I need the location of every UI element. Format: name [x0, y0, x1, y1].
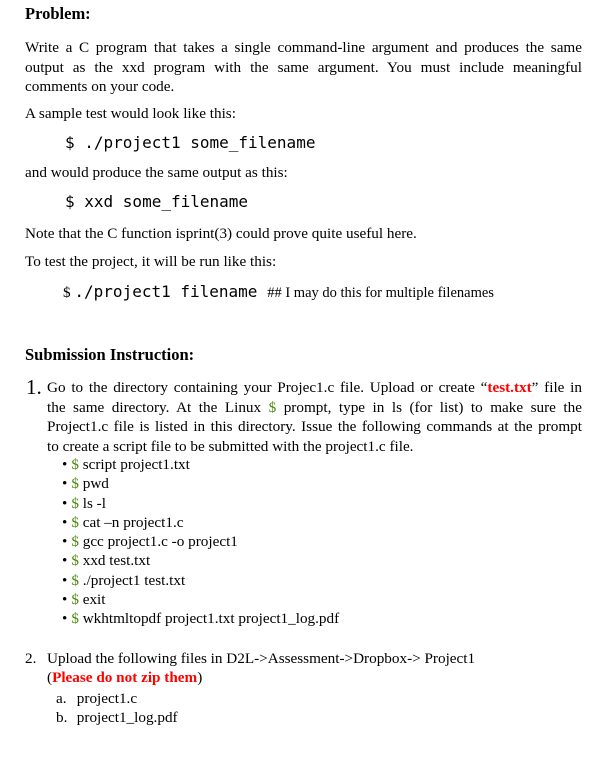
bullet-icon: •	[62, 494, 68, 512]
step2-text: Upload the following files in D2L->Asses…	[47, 650, 476, 667]
file-letter: a.	[56, 690, 67, 707]
command-text: script project1.txt	[82, 456, 190, 473]
file-item: b. project1_log.pdf	[56, 708, 178, 727]
command-item: • $ cat –n project1.c	[62, 513, 339, 532]
step1-line: to create a script file to be submitted …	[47, 437, 414, 455]
bullet-icon: •	[62, 610, 68, 628]
file-letter: b.	[56, 709, 68, 726]
file-name: project1.c	[76, 690, 138, 707]
file-name: project1_log.pdf	[76, 709, 178, 726]
problem-intro: Write a C program that takes a single co…	[25, 38, 582, 97]
file-item: a. project1.c	[56, 689, 178, 708]
command-text: cat –n project1.c	[82, 513, 184, 531]
command-text: ./project1 test.txt	[82, 571, 186, 589]
step1-text: Go to the directory containing your Proj…	[47, 378, 582, 456]
prompt-dollar: $	[71, 475, 79, 493]
command-text: ls -l	[82, 494, 106, 512]
command-item: • $ ls -l	[62, 494, 339, 513]
prompt-dollar: $	[71, 494, 79, 512]
command-item: • $ script project1.txt	[62, 455, 339, 474]
command-list: • $ script project1.txt • $ pwd • $ ls -l •…	[62, 455, 339, 629]
run-command: ./project1 filename	[74, 282, 258, 301]
bullet-icon: •	[62, 533, 68, 551]
problem-heading: Problem:	[25, 4, 91, 23]
run-comment: ## I may do this for multiple filenames	[267, 285, 494, 301]
prompt-dollar: $	[71, 552, 79, 570]
run-intro: To test the project, it will be run like…	[25, 253, 277, 270]
prompt-dollar: $	[71, 591, 79, 609]
output-intro: and would produce the same output as thi…	[25, 164, 288, 181]
run-prompt: $	[63, 284, 71, 301]
no-zip-text: Please do not zip them	[52, 669, 198, 686]
sample-command: $ ./project1 some_filename	[65, 133, 316, 152]
isprint-note: Note that the C function isprint(3) coul…	[25, 225, 417, 242]
prompt-dollar: $	[71, 533, 79, 551]
test-txt-highlight: test.txt	[487, 379, 532, 396]
command-text: wkhtmltopdf project1.txt project1_log.pd…	[82, 610, 340, 628]
command-text: gcc project1.c -o project1	[82, 533, 238, 551]
problem-intro-line: Write a C program that takes a single co…	[25, 39, 582, 56]
command-item: • $ wkhtmltopdf project1.txt project1_log…	[62, 609, 339, 628]
sample-intro: A sample test would look like this:	[25, 105, 236, 122]
step2-number: 2.	[25, 650, 37, 667]
bullet-icon: •	[62, 571, 68, 589]
command-item: • $ ./project1 test.txt	[62, 571, 339, 590]
no-zip-warning: (Please do not zip them)	[47, 669, 203, 686]
bullet-icon: •	[62, 475, 68, 493]
bullet-icon: •	[62, 591, 68, 609]
step1-line: Project1.c file is listed in this direct…	[47, 418, 582, 435]
command-item: • $ gcc project1.c -o project1	[62, 532, 339, 551]
command-text: exit	[82, 591, 106, 609]
prompt-dollar: $	[71, 456, 79, 473]
bullet-icon: •	[62, 456, 68, 473]
step1-line: Go to the directory containing your Proj…	[47, 379, 582, 396]
step1-number: 1.	[26, 375, 42, 399]
command-item: • $ xxd test.txt	[62, 551, 339, 570]
xxd-command: $ xxd some_filename	[65, 192, 249, 211]
command-text: pwd	[82, 475, 109, 493]
file-list: a. project1.c b. project1_log.pdf	[56, 689, 178, 727]
run-example: $ ./project1 filename ## I may do this f…	[63, 282, 494, 302]
submission-heading: Submission Instruction:	[25, 345, 195, 364]
problem-intro-line: comments on your code.	[25, 78, 175, 95]
command-item: • $ pwd	[62, 474, 339, 493]
prompt-dollar: $	[71, 571, 79, 589]
prompt-dollar: $	[71, 513, 79, 531]
step1-line: the same directory. At the Linux $ promp…	[47, 398, 582, 416]
bullet-icon: •	[62, 513, 68, 531]
bullet-icon: •	[62, 552, 68, 570]
prompt-dollar: $	[71, 610, 79, 628]
command-text: xxd test.txt	[82, 552, 151, 570]
problem-intro-line: output as the xxd program with the same …	[25, 58, 582, 76]
command-item: • $ exit	[62, 590, 339, 609]
